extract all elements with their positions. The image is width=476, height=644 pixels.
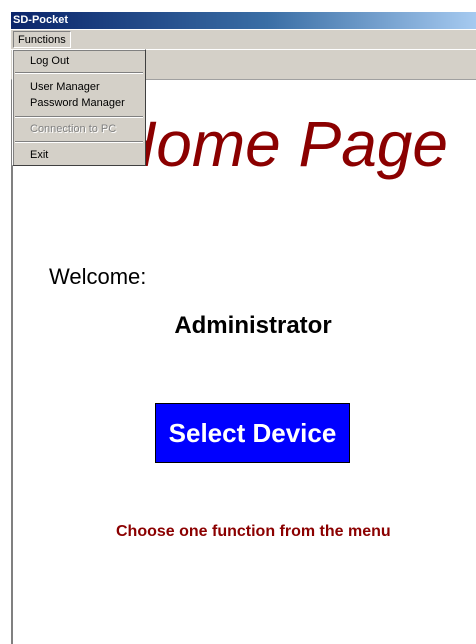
menu-separator: [15, 141, 143, 143]
menu-item-user-manager[interactable]: User Manager: [13, 80, 145, 95]
window-title-bar[interactable]: SD-Pocket: [11, 12, 476, 29]
menu-item-exit[interactable]: Exit: [13, 148, 145, 163]
menu-item-connection-to-pc: Connection to PC: [30, 123, 117, 135]
menu-item-log-out[interactable]: Log Out: [13, 54, 145, 69]
window-title: SD-Pocket: [13, 14, 69, 26]
menu-separator: [15, 72, 143, 74]
functions-dropdown: Log Out User Manager Password Manager Co…: [12, 49, 146, 166]
menu-separator: [15, 116, 143, 118]
user-name: Administrator: [174, 312, 332, 339]
menu-bar: Functions: [11, 30, 476, 49]
page-title: Home Page: [110, 108, 448, 180]
select-device-button[interactable]: Select Device: [155, 403, 350, 463]
hint-text: Choose one function from the menu: [116, 523, 391, 540]
welcome-label: Welcome:: [49, 264, 147, 289]
functions-menu[interactable]: Functions: [13, 31, 71, 48]
menu-item-password-manager[interactable]: Password Manager: [13, 96, 145, 111]
